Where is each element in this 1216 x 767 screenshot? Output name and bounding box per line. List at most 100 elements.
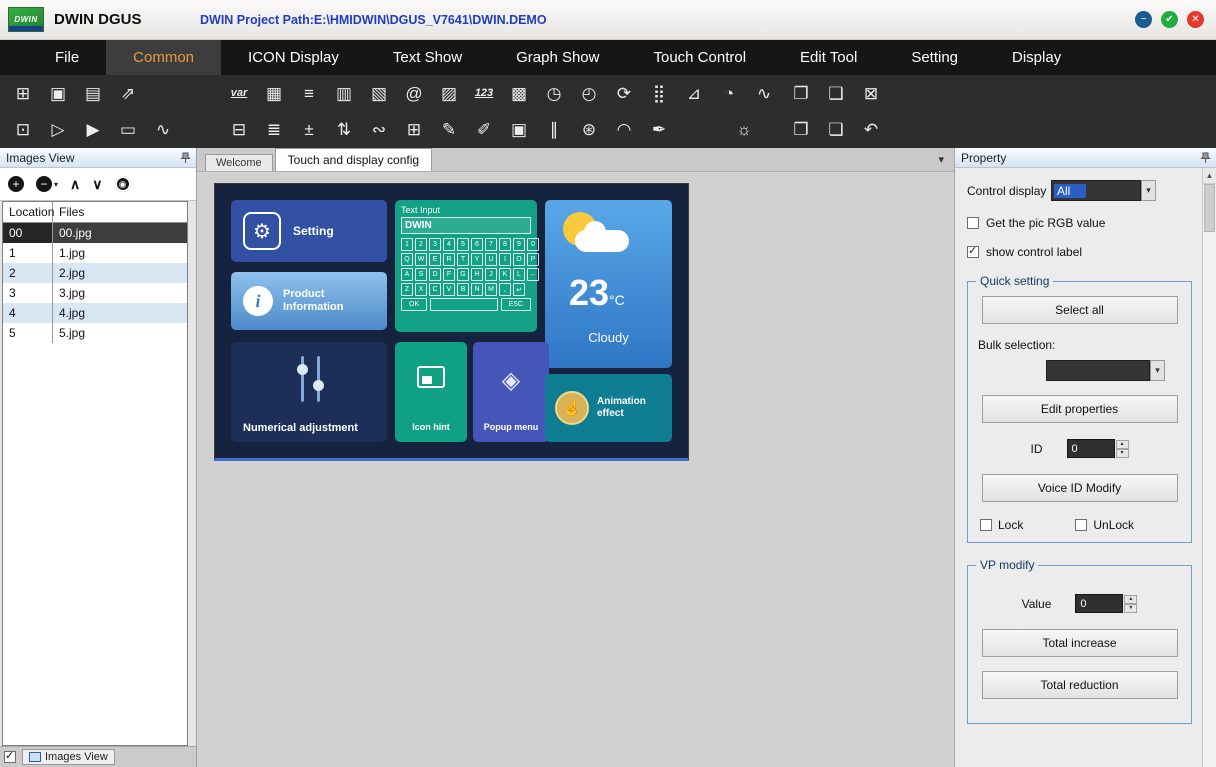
handwriting-icon[interactable]: ✐	[473, 121, 495, 138]
key-H[interactable]: H	[471, 268, 483, 281]
table-row[interactable]: 55.jpg	[3, 323, 187, 343]
move-down-icon[interactable]: ∨	[92, 176, 102, 193]
setting-tile[interactable]: ⚙ Setting	[231, 200, 387, 262]
select-all-button[interactable]: Select all	[982, 296, 1178, 324]
key-Y[interactable]: Y	[471, 253, 483, 266]
slider-adjust-icon[interactable]: ⇅	[333, 121, 355, 138]
play-icon[interactable]: ▷	[47, 121, 69, 138]
gear-icon[interactable]: ☼	[733, 121, 755, 138]
lock-checkbox[interactable]	[980, 519, 992, 531]
key-I[interactable]: I	[499, 253, 511, 266]
key-W[interactable]: W	[415, 253, 427, 266]
key-←[interactable]: ←	[527, 268, 539, 281]
weather-tile[interactable]: 23°C Cloudy	[545, 200, 672, 368]
close-button[interactable]: ✕	[1187, 11, 1204, 28]
property-scrollbar[interactable]: ▲	[1202, 168, 1216, 767]
key-U[interactable]: U	[485, 253, 497, 266]
edit-properties-button[interactable]: Edit properties	[982, 395, 1178, 423]
key-1[interactable]: 1	[401, 238, 413, 251]
run-icon[interactable]: ▶	[82, 121, 104, 138]
popup-menu-tile[interactable]: ◈ Popup menu	[473, 342, 549, 442]
key-P[interactable]: P	[527, 253, 539, 266]
dial-display-icon[interactable]: ◔	[718, 85, 740, 102]
key-E[interactable]: E	[429, 253, 441, 266]
brush-icon[interactable]: ✒	[648, 121, 670, 138]
curve-display-icon[interactable]: ∿	[753, 85, 775, 102]
hmi-preview-image[interactable]: ⚙ Setting i Product Information Text Inp…	[214, 183, 689, 461]
table-row[interactable]: 44.jpg	[3, 303, 187, 323]
key-4[interactable]: 4	[443, 238, 455, 251]
key-G[interactable]: G	[457, 268, 469, 281]
esc-key[interactable]: ESC	[501, 298, 531, 311]
table-row[interactable]: 22.jpg	[3, 263, 187, 283]
menu-graph-show[interactable]: Graph Show	[489, 40, 626, 75]
menu-setting[interactable]: Setting	[884, 40, 985, 75]
control-display-select[interactable]: All	[1051, 180, 1141, 201]
add-image-icon[interactable]: +	[8, 176, 24, 192]
table-row[interactable]: 33.jpg	[3, 283, 187, 303]
remove-image-icon[interactable]: −	[36, 176, 52, 192]
new-file-icon[interactable]: ⊞	[12, 85, 34, 102]
id-down-icon[interactable]: ▾	[1116, 449, 1129, 458]
scrollbar-thumb[interactable]	[1204, 184, 1215, 232]
find-icon[interactable]: ⊡	[12, 121, 34, 138]
drag-adjust-icon[interactable]: ∾	[368, 121, 390, 138]
key-Q[interactable]: Q	[401, 253, 413, 266]
touch-area-icon[interactable]: ⊛	[578, 121, 600, 138]
tab-touch-and-display-config[interactable]: Touch and display config	[275, 148, 432, 171]
menu-list-icon[interactable]: ≣	[263, 121, 285, 138]
key-R[interactable]: R	[443, 253, 455, 266]
key-C[interactable]: C	[429, 283, 441, 296]
print-icon[interactable]: ▤	[82, 85, 104, 102]
menu-edit-tool[interactable]: Edit Tool	[773, 40, 884, 75]
menu-common[interactable]: Common	[106, 40, 221, 75]
roll-display-icon[interactable]: ⟳	[613, 85, 635, 102]
design-canvas[interactable]: ⚙ Setting i Product Information Text Inp…	[197, 172, 954, 767]
key-7[interactable]: 7	[485, 238, 497, 251]
key-B[interactable]: B	[457, 283, 469, 296]
show-control-label-checkbox[interactable]	[967, 246, 979, 258]
menu-display[interactable]: Display	[985, 40, 1088, 75]
numerical-adjustment-tile[interactable]: Numerical adjustment	[231, 342, 387, 442]
key-O[interactable]: O	[513, 253, 525, 266]
key-D[interactable]: D	[429, 268, 441, 281]
maximize-button[interactable]: ✔	[1161, 11, 1178, 28]
art-font-icon[interactable]: @	[403, 85, 425, 102]
key-V[interactable]: V	[443, 283, 455, 296]
icon-variable-icon[interactable]: ▦	[263, 85, 285, 102]
picture-display-icon[interactable]: ▧	[368, 85, 390, 102]
control-display-dropdown-icon[interactable]: ▾	[1141, 180, 1156, 201]
text-input-icon[interactable]: ⊟	[228, 121, 250, 138]
audio-icon[interactable]: ∥	[543, 121, 565, 138]
menu-text-show[interactable]: Text Show	[366, 40, 489, 75]
key-X[interactable]: X	[415, 283, 427, 296]
wave-icon[interactable]: ∿	[152, 121, 174, 138]
chart-display-icon[interactable]: ⊿	[683, 85, 705, 102]
increment-adjust-icon[interactable]: ±	[298, 121, 320, 138]
key-F[interactable]: F	[443, 268, 455, 281]
copy-icon[interactable]: ❐	[790, 85, 812, 102]
key-A[interactable]: A	[401, 268, 413, 281]
image-animation-icon[interactable]: ▣	[508, 121, 530, 138]
id-up-icon[interactable]: ▴	[1116, 440, 1129, 449]
date-display-icon[interactable]: ▨	[438, 85, 460, 102]
text-input-value[interactable]: DWIN	[401, 217, 531, 234]
move-up-icon[interactable]: ∧	[70, 176, 80, 193]
key-K[interactable]: K	[499, 268, 511, 281]
key-M[interactable]: M	[485, 283, 497, 296]
slider-display-icon[interactable]: ≡	[298, 85, 320, 102]
key-L[interactable]: L	[513, 268, 525, 281]
table-display-icon[interactable]: ⊞	[403, 121, 425, 138]
get-rgb-checkbox[interactable]	[967, 217, 979, 229]
duplicate-icon[interactable]: ❒	[790, 121, 812, 138]
key-5[interactable]: 5	[457, 238, 469, 251]
key-Z[interactable]: Z	[401, 283, 413, 296]
key-9[interactable]: 9	[513, 238, 525, 251]
key-2[interactable]: 2	[415, 238, 427, 251]
value-down-icon[interactable]: ▾	[1124, 604, 1137, 613]
key-N[interactable]: N	[471, 283, 483, 296]
qr-code-icon[interactable]: ⣿	[648, 85, 670, 102]
bulk-selection-select[interactable]	[1046, 360, 1150, 381]
key-↵[interactable]: ↵	[513, 283, 525, 296]
locate-image-icon[interactable]: ◉	[115, 176, 131, 192]
